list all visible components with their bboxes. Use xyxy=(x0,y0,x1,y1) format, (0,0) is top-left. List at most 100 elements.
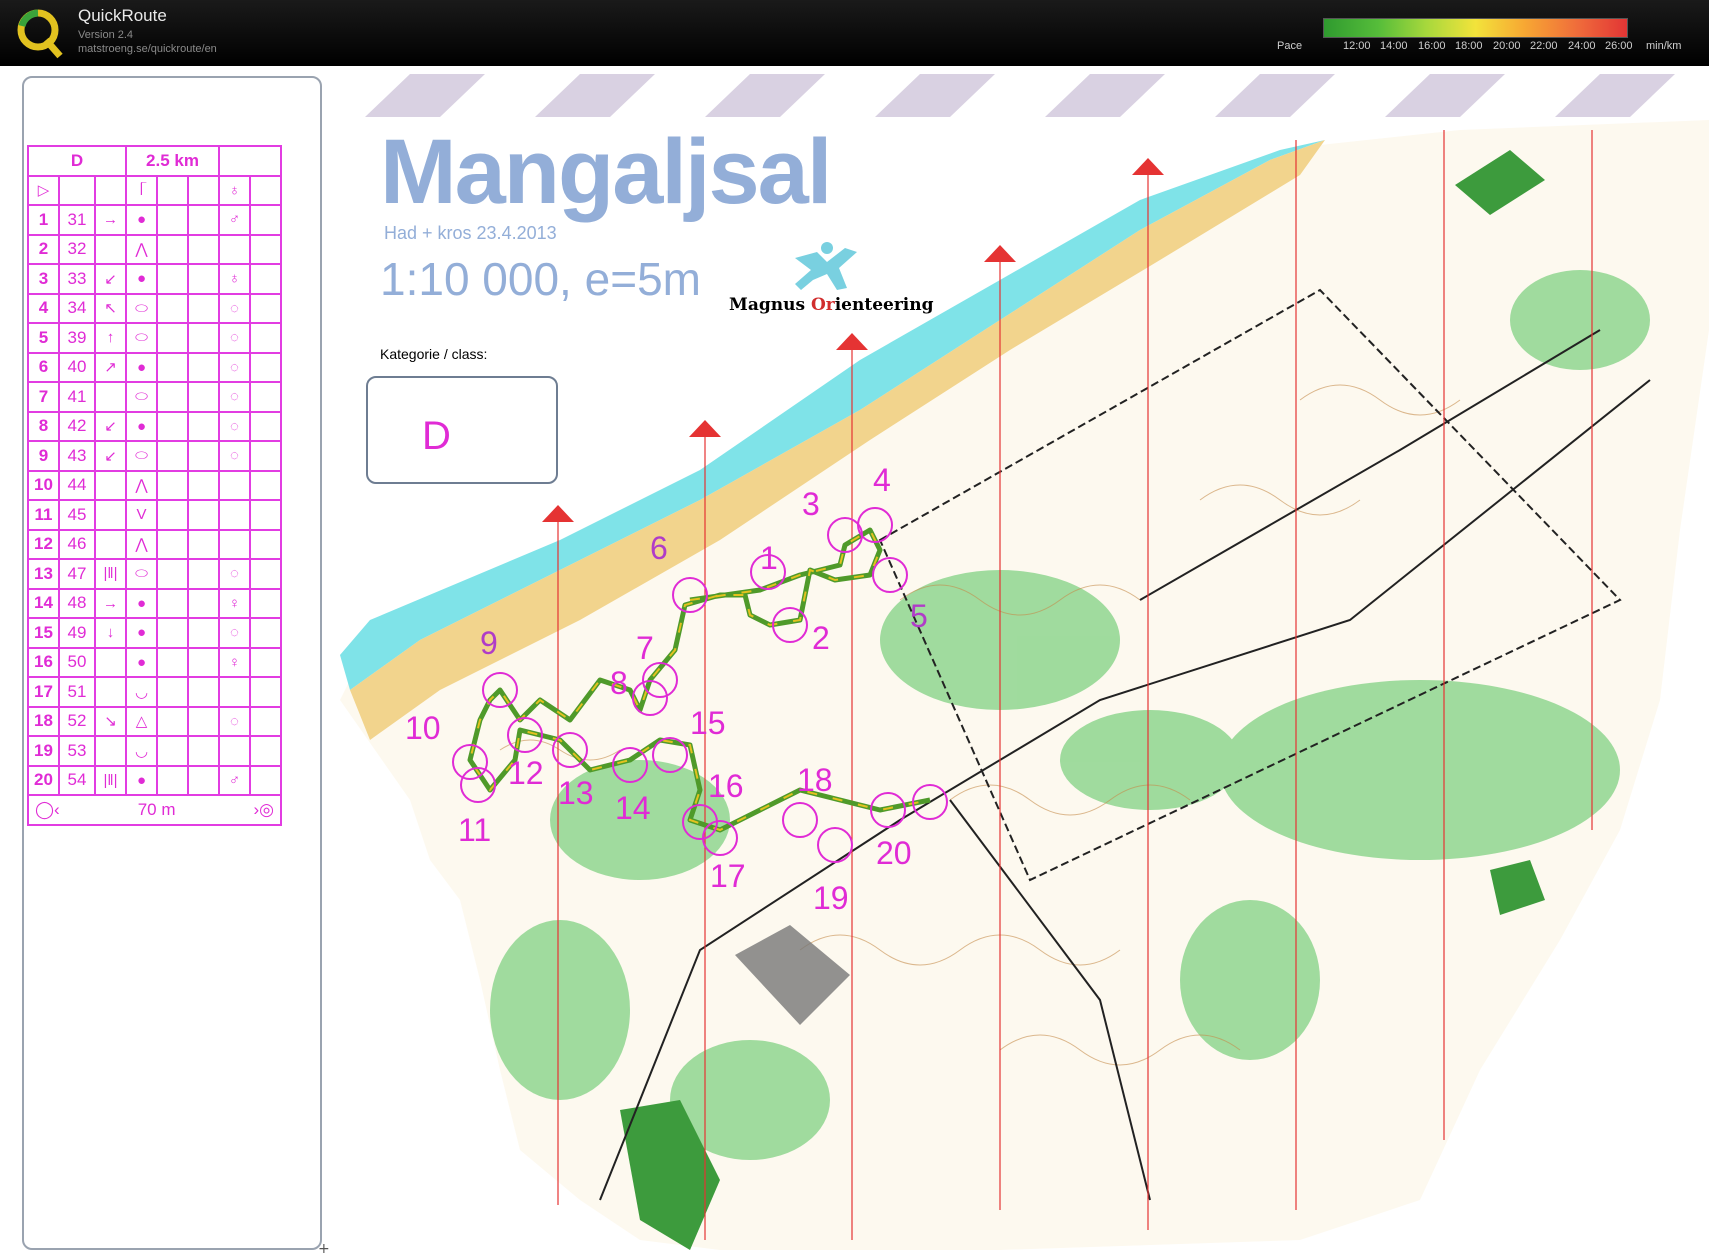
table-row: 6 40 ↗ ● ◌ xyxy=(27,351,282,383)
control-empty xyxy=(249,558,282,590)
table-row: 9 43 ↙ ⬭ ◌ xyxy=(27,440,282,472)
table-row: 11 45 V xyxy=(27,499,282,531)
control-empty xyxy=(156,233,189,265)
control-code: 46 xyxy=(58,528,96,560)
control-empty xyxy=(249,440,282,472)
control-empty xyxy=(156,499,189,531)
control-feature: ⋀ xyxy=(125,528,158,560)
control-feature: ⬭ xyxy=(125,322,158,354)
control-code: 41 xyxy=(58,381,96,413)
fence-icon: ᥬ xyxy=(125,174,158,206)
control-feature: ⋀ xyxy=(125,233,158,265)
control-direction: ↙ xyxy=(94,440,127,472)
control-empty xyxy=(249,617,282,649)
control-number: 6 xyxy=(27,351,60,383)
control-empty xyxy=(156,263,189,295)
control-empty xyxy=(187,292,220,324)
table-row: 16 50 ● ♀ xyxy=(27,646,282,678)
finish-cell: ◯‹ 70 m ›◎ xyxy=(27,794,282,826)
cursor-crosshair-icon: + xyxy=(318,1241,330,1257)
map-title: Mangaljsal xyxy=(380,121,832,223)
control-empty xyxy=(249,322,282,354)
control-direction xyxy=(94,528,127,560)
control-empty xyxy=(187,764,220,796)
control-empty xyxy=(156,381,189,413)
control-direction: → xyxy=(94,587,127,619)
control-location: ◌ xyxy=(218,440,251,472)
control-label-15: 15 xyxy=(690,705,726,741)
control-code: 33 xyxy=(58,263,96,295)
control-label-11: 11 xyxy=(458,812,492,848)
control-feature: ⋀ xyxy=(125,469,158,501)
control-direction: ↓ xyxy=(94,617,127,649)
control-location: ◌ xyxy=(218,322,251,354)
control-empty xyxy=(187,646,220,678)
control-label-3: 3 xyxy=(802,486,820,522)
control-location: ◌ xyxy=(218,617,251,649)
control-empty xyxy=(156,676,189,708)
control-empty xyxy=(156,351,189,383)
control-number: 19 xyxy=(27,735,60,767)
control-feature: ⬭ xyxy=(125,440,158,472)
control-empty xyxy=(249,646,282,678)
control-empty xyxy=(156,617,189,649)
control-location xyxy=(218,469,251,501)
control-empty xyxy=(187,263,220,295)
control-feature: ● xyxy=(125,204,158,236)
control-direction xyxy=(94,676,127,708)
control-empty xyxy=(187,735,220,767)
control-code: 53 xyxy=(58,735,96,767)
control-feature: ● xyxy=(125,587,158,619)
control-empty xyxy=(187,410,220,442)
table-row: 10 44 ⋀ xyxy=(27,469,282,501)
club-name-part3: ienteering xyxy=(834,295,934,315)
control-empty xyxy=(187,705,220,737)
control-label-18: 18 xyxy=(797,762,833,798)
control-code: 49 xyxy=(58,617,96,649)
control-feature: ● xyxy=(125,351,158,383)
control-empty xyxy=(249,204,282,236)
control-empty xyxy=(249,351,282,383)
finish-start-icon: ◯‹ xyxy=(35,799,60,819)
table-row: 19 53 ◡ xyxy=(27,735,282,767)
control-location: ◌ xyxy=(218,410,251,442)
control-direction: ↙ xyxy=(94,410,127,442)
control-empty xyxy=(249,587,282,619)
control-location xyxy=(218,499,251,531)
control-number: 16 xyxy=(27,646,60,678)
finish-row: ◯‹ 70 m ›◎ xyxy=(27,794,282,826)
control-empty xyxy=(187,499,220,531)
control-label-2: 2 xyxy=(812,620,830,656)
control-label-10: 10 xyxy=(405,710,441,746)
control-number: 4 xyxy=(27,292,60,324)
control-empty xyxy=(249,764,282,796)
control-empty xyxy=(187,469,220,501)
table-row: 12 46 ⋀ xyxy=(27,528,282,560)
club-runner-logo-icon xyxy=(795,242,857,290)
table-row: 2 32 ⋀ xyxy=(27,233,282,265)
control-location xyxy=(218,233,251,265)
start-triangle-icon: ▷ xyxy=(27,174,60,206)
control-code: 31 xyxy=(58,204,96,236)
start-point-icon: ♁ xyxy=(218,174,251,206)
control-feature: ● xyxy=(125,263,158,295)
control-feature: ⬭ xyxy=(125,381,158,413)
control-label-20: 20 xyxy=(876,835,912,871)
control-empty xyxy=(249,735,282,767)
control-location: ◌ xyxy=(218,381,251,413)
club-name-part2: Or xyxy=(810,295,835,315)
control-empty xyxy=(156,646,189,678)
control-direction xyxy=(94,646,127,678)
control-number: 14 xyxy=(27,587,60,619)
table-row: 13 47 |‖| ⬭ ◌ xyxy=(27,558,282,590)
control-empty xyxy=(187,440,220,472)
control-code: 47 xyxy=(58,558,96,590)
control-location: ◌ xyxy=(218,705,251,737)
club-name: Magnus Orienteering xyxy=(729,295,933,315)
control-label-16: 16 xyxy=(708,768,744,804)
control-code: 54 xyxy=(58,764,96,796)
map-subtitle: Had + kros 23.4.2013 xyxy=(384,223,557,243)
control-feature: ⬭ xyxy=(125,558,158,590)
control-location: ♀ xyxy=(218,646,251,678)
control-code: 48 xyxy=(58,587,96,619)
